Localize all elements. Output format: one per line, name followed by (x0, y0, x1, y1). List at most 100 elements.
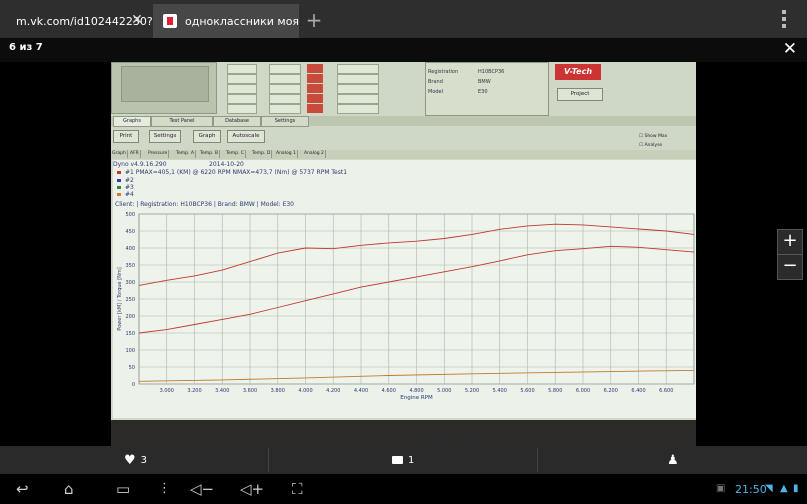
y-tick-label: 0 (132, 382, 135, 388)
browser-tab-odnoklassniki[interactable]: одноклассники моя ст... (153, 4, 299, 38)
y-tick-label: 100 (125, 348, 135, 354)
project-button[interactable]: Project (557, 88, 603, 101)
run-1-summary: #1 PMAX=405,1 (KM) @ 6220 RPM NMAX=473,7… (125, 169, 348, 176)
subtab-analog-2[interactable]: Analog 2 (303, 150, 326, 158)
settings-button[interactable]: Settings (149, 130, 181, 143)
x-tick-label: 3.600 (243, 388, 257, 394)
dyno-application: Registration H10BCP36 Brand BMW Model E3… (111, 62, 696, 420)
y-tick-label: 350 (125, 263, 135, 269)
x-tick-label: 4.400 (354, 388, 368, 394)
analyse-checkbox[interactable]: ☐ Analyse (639, 143, 662, 148)
analog-cell (337, 64, 379, 74)
cut-button[interactable] (307, 74, 323, 83)
subtab-graph[interactable]: Graph (111, 150, 128, 158)
person-icon: ♟ (667, 452, 679, 468)
app-tabs: Graphs Test Panel Database Settings (111, 116, 696, 127)
y-tick-label: 450 (125, 229, 135, 235)
y-tick-label: 500 (125, 212, 135, 218)
screenshot-icon[interactable]: ⛶ (292, 480, 303, 498)
divider (268, 448, 269, 472)
tab-title: одноклассники моя ст... (185, 14, 299, 28)
browser-tab-strip: m.vk.com/id102442230?... ✕ одноклассники… (0, 0, 807, 38)
monitor-brand-label: SAMSUNG (411, 438, 492, 446)
volume-up-icon[interactable]: ◁+ (240, 480, 264, 498)
subtab-pressure[interactable]: Pressure (147, 150, 170, 158)
volume-down-icon[interactable]: ◁− (190, 480, 214, 498)
legend-swatch-1 (117, 171, 121, 174)
graph-button[interactable]: Graph (193, 130, 221, 143)
engine-select[interactable] (269, 74, 301, 84)
brand-label: Brand (428, 79, 443, 85)
cut-button[interactable] (307, 104, 323, 113)
model-label: Model (428, 89, 444, 95)
registration-value: H10BCP36 (478, 69, 505, 75)
cut-button[interactable] (307, 84, 323, 93)
x-axis-label: Engine RPM (400, 395, 433, 401)
comment-button[interactable]: 1 (392, 446, 414, 474)
x-tick-label: 3.000 (160, 388, 174, 394)
close-viewer-icon[interactable]: ✕ (783, 39, 797, 59)
registration-label: Registration (428, 69, 459, 75)
autoscale-button[interactable]: Autoscale (227, 130, 265, 143)
analog-cell (337, 84, 379, 94)
system-navigation-bar: ↩ ⌂ ▭ ⋮ ◁− ◁+ ⛶ ▣ 21:50 ◥ ▲ ▮ (0, 474, 807, 504)
back-icon[interactable]: ↩ (16, 480, 29, 498)
tab-database[interactable]: Database (213, 116, 261, 127)
site-favicon-icon (163, 14, 177, 28)
browser-tab-vk[interactable]: m.vk.com/id102442230?... ✕ (0, 4, 152, 38)
graph-sub-tabs: Graph AFR Pressure Temp. A Temp. B Temp.… (111, 150, 696, 159)
subtab-temp-d[interactable]: Temp. D (251, 150, 273, 158)
subtab-analog-1[interactable]: Analog 1 (275, 150, 298, 158)
print-button[interactable]: Print (113, 130, 139, 143)
subtab-temp-a[interactable]: Temp. A (175, 150, 196, 158)
new-tab-plus-icon[interactable]: + (302, 8, 326, 32)
x-tick-label: 6.200 (604, 388, 618, 394)
gallery-notification-icon: ▣ (716, 483, 726, 494)
x-tick-label: 5.600 (520, 388, 534, 394)
engine-select[interactable] (269, 94, 301, 104)
y-tick-label: 400 (125, 246, 135, 252)
analog-cell (337, 74, 379, 84)
cut-button[interactable] (307, 64, 323, 73)
x-tick-label: 4.800 (409, 388, 423, 394)
y-tick-label: 300 (125, 280, 135, 286)
close-tab-icon[interactable]: ✕ (128, 11, 146, 29)
zoom-out-button[interactable]: − (777, 254, 803, 280)
home-icon[interactable]: ⌂ (64, 480, 74, 498)
zoom-in-button[interactable]: + (777, 229, 803, 255)
show-max-checkbox[interactable]: ☐ Show Max (639, 134, 667, 139)
recent-apps-icon[interactable]: ▭ (116, 480, 130, 498)
x-tick-label: 4.200 (326, 388, 340, 394)
battery-icon: ▮ (793, 483, 799, 494)
engine-select[interactable] (269, 104, 301, 114)
tab-graphs[interactable]: Graphs (113, 116, 151, 127)
tab-settings[interactable]: Settings (261, 116, 309, 127)
photo-actions-bar: ♥ 3 1 ♟ (0, 446, 807, 474)
tab-test-panel[interactable]: Test Panel (151, 116, 213, 127)
engine-select[interactable] (269, 84, 301, 94)
wifi-icon: ◥ (765, 483, 773, 494)
y-tick-label: 250 (125, 297, 135, 303)
more-options-icon[interactable]: ⋮ (158, 481, 171, 496)
x-tick-label: 6.000 (576, 388, 590, 394)
subtab-temp-b[interactable]: Temp. B (199, 150, 220, 158)
model-value: E30 (478, 89, 488, 95)
engine-select[interactable] (269, 64, 301, 74)
monitor-bezel (111, 420, 696, 446)
legend-swatch-4 (117, 193, 121, 196)
subtab-temp-c[interactable]: Temp. C (225, 150, 246, 158)
show-max-label: Show Max (644, 134, 668, 139)
like-button[interactable]: ♥ 3 (124, 446, 147, 474)
subtab-afr[interactable]: AFR (129, 150, 141, 158)
y-axis-label: Power [kM] / Torque [Nm] (117, 267, 123, 330)
x-tick-label: 4.000 (298, 388, 312, 394)
divider (537, 448, 538, 472)
overflow-menu-icon[interactable] (777, 10, 791, 28)
x-tick-label: 3.800 (271, 388, 285, 394)
y-tick-label: 50 (129, 365, 135, 371)
x-tick-label: 5.200 (465, 388, 479, 394)
cut-button[interactable] (307, 94, 323, 103)
legend-3: #3 (125, 184, 134, 191)
analyse-label: Analyse (644, 143, 663, 148)
tag-people-button[interactable]: ♟ (667, 446, 679, 474)
